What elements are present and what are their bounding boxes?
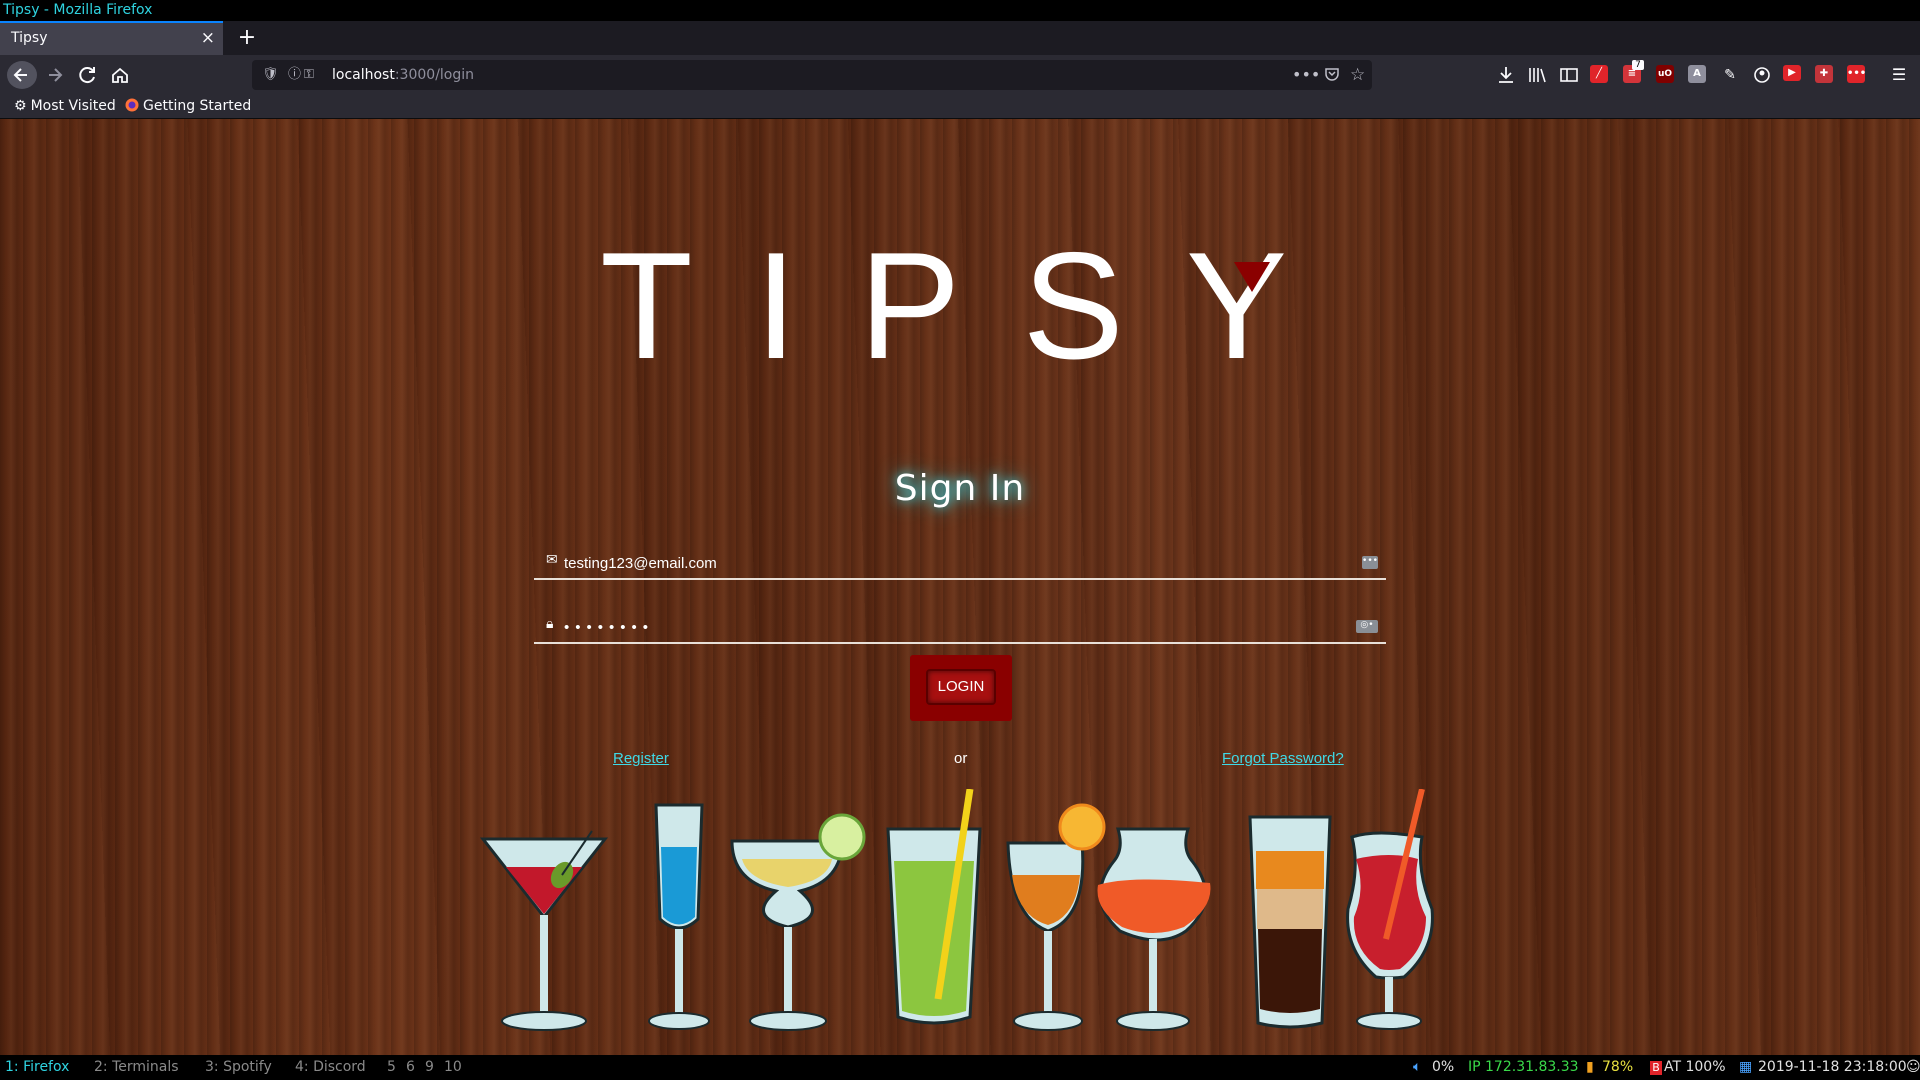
- gift-extension-icon[interactable]: ✚: [1815, 65, 1833, 83]
- sign-in-heading: Sign In: [894, 468, 1026, 509]
- tab-tipsy[interactable]: Tipsy ×: [0, 21, 223, 55]
- tampermonkey-icon[interactable]: ✎: [1719, 64, 1741, 86]
- back-icon[interactable]: [7, 61, 37, 89]
- gear-icon: ⚙: [14, 98, 27, 114]
- bookmark-most-visited[interactable]: ⚙ Most Visited: [14, 95, 116, 118]
- cocktail-glasses-illustration: [479, 789, 1434, 1031]
- system-status-bar: 1: Firefox 2: Terminals 3: Spotify 4: Di…: [0, 1055, 1920, 1080]
- new-tab-button[interactable]: +: [232, 21, 262, 55]
- wifi-icon: ▮: [1586, 1059, 1594, 1075]
- bookmark-star-icon[interactable]: ☆: [1350, 60, 1365, 90]
- tab-label: Tipsy: [11, 30, 48, 46]
- martini-glass: [479, 830, 609, 1031]
- url-host: localhost: [332, 67, 395, 83]
- margarita-glass: [730, 813, 866, 1031]
- date-time: 2019-11-18 23:18:00: [1758, 1059, 1907, 1075]
- hamburger-menu-icon[interactable]: ☰: [1888, 64, 1910, 86]
- flute-glass: [648, 803, 710, 1030]
- key-icon[interactable]: ⚿: [304, 60, 314, 90]
- password-manager-icon[interactable]: •••: [1362, 556, 1378, 569]
- email-input[interactable]: [564, 548, 1344, 578]
- navigation-toolbar: 🛡 ⓘ ⚿ localhost:3000/login ••• ☆ ╱ ≡ 7 u…: [0, 55, 1920, 95]
- sidebar-icon[interactable]: [1558, 64, 1580, 86]
- site-info-icon[interactable]: ⓘ: [288, 60, 301, 90]
- envelope-icon: ✉: [546, 552, 558, 568]
- window-title: Tipsy - Mozilla Firefox: [0, 0, 1920, 21]
- battery-icon: B: [1650, 1061, 1662, 1075]
- home-icon[interactable]: [106, 61, 134, 89]
- firefox-icon: [125, 95, 139, 118]
- tab-close-icon[interactable]: ×: [201, 23, 215, 54]
- orange-wine-glass: [1006, 803, 1106, 1031]
- workspace-3[interactable]: 3: Spotify: [205, 1055, 272, 1080]
- pocket-icon[interactable]: [1324, 60, 1340, 90]
- extension-badge-count: 7: [1632, 60, 1644, 70]
- volume-level: 0%: [1432, 1059, 1455, 1075]
- red-hurricane-glass: [1346, 789, 1434, 1030]
- account-icon[interactable]: [1751, 64, 1773, 86]
- page-content: TIPSY Sign In ✉ ••• 🔒︎ ◎• LOGIN Register…: [0, 119, 1920, 1055]
- ip-address: IP 172.31.83.33: [1468, 1059, 1579, 1075]
- downloads-icon[interactable]: [1495, 64, 1517, 86]
- lastpass-extension-icon[interactable]: •••: [1847, 65, 1866, 83]
- library-icon[interactable]: [1526, 64, 1548, 86]
- login-button-frame: LOGIN: [910, 655, 1012, 721]
- bookmark-label: Most Visited: [30, 98, 116, 114]
- volume-icon: 🔈︎: [1413, 1059, 1422, 1075]
- calendar-icon: ▦: [1739, 1059, 1753, 1075]
- ublock-icon[interactable]: uO: [1656, 65, 1674, 83]
- reload-icon[interactable]: [74, 61, 102, 89]
- bookmark-label: Getting Started: [143, 98, 252, 114]
- workspace-9[interactable]: 9: [425, 1055, 434, 1080]
- workspace-1[interactable]: 1: Firefox: [5, 1055, 69, 1080]
- discord-tray-icon[interactable]: ☺: [1906, 1055, 1920, 1080]
- tracking-shield-icon[interactable]: 🛡: [262, 60, 279, 90]
- tipsy-logo: TIPSY: [600, 221, 1350, 391]
- login-button[interactable]: LOGIN: [926, 669, 996, 705]
- wifi-strength: 78%: [1602, 1059, 1634, 1075]
- workspace-6[interactable]: 6: [406, 1055, 415, 1080]
- highball-green-glass: [886, 789, 982, 1025]
- battery-level: AT 100%: [1664, 1059, 1726, 1075]
- register-link[interactable]: Register: [613, 750, 669, 767]
- workspace-10[interactable]: 10: [444, 1055, 462, 1080]
- email-field: ✉ •••: [534, 548, 1386, 580]
- workspace-5[interactable]: 5: [387, 1055, 396, 1080]
- password-field: 🔒︎ ◎•: [534, 612, 1386, 644]
- forgot-password-link[interactable]: Forgot Password?: [1222, 750, 1344, 767]
- hurricane-orange-glass: [1097, 827, 1211, 1031]
- logo-glass-accent: [1234, 262, 1270, 292]
- lock-icon: 🔒︎: [546, 616, 554, 632]
- url-bar[interactable]: 🛡 ⓘ ⚿ localhost:3000/login ••• ☆: [252, 60, 1372, 90]
- bookmark-getting-started[interactable]: Getting Started: [125, 95, 251, 118]
- url-path: :3000/login: [394, 67, 475, 83]
- youtube-extension-icon[interactable]: ▶: [1783, 65, 1801, 81]
- show-password-icon[interactable]: ◎•: [1356, 620, 1378, 633]
- bookmarks-toolbar: ⚙ Most Visited Getting Started: [0, 95, 1920, 119]
- workspace-2[interactable]: 2: Terminals: [94, 1055, 179, 1080]
- workspace-4[interactable]: 4: Discord: [295, 1055, 366, 1080]
- password-input[interactable]: [564, 612, 1344, 642]
- layered-tall-glass: [1248, 815, 1332, 1029]
- tab-strip: Tipsy × +: [0, 21, 1920, 55]
- page-actions-icon[interactable]: •••: [1292, 60, 1320, 90]
- url-text[interactable]: localhost:3000/login: [332, 60, 474, 90]
- translate-extension-icon[interactable]: A: [1688, 65, 1706, 83]
- forward-icon[interactable]: [41, 61, 69, 89]
- or-separator: or: [954, 750, 968, 767]
- pen-extension-icon[interactable]: ╱: [1590, 65, 1608, 83]
